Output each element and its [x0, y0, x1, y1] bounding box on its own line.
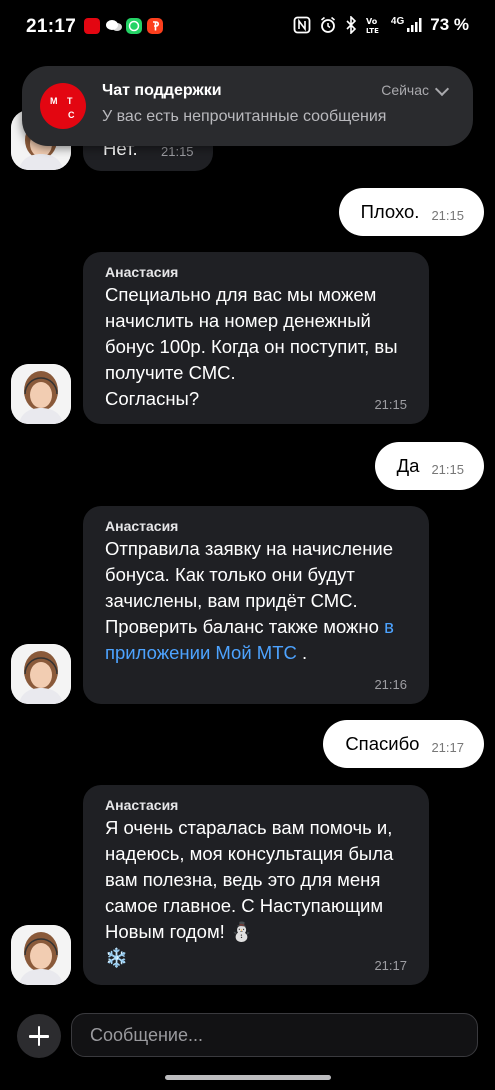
message-time: 21:17 — [431, 739, 464, 755]
support-chat-notification[interactable]: М Т С Чат поддержки У вас есть непрочита… — [22, 66, 473, 146]
message-author: Анастасия — [105, 264, 179, 280]
add-attachment-button[interactable] — [17, 1014, 61, 1058]
message-time: 21:16 — [374, 677, 407, 692]
message-time: 21:15 — [431, 461, 464, 477]
chevron-down-icon[interactable] — [434, 81, 450, 97]
message-text: Спасибо — [345, 733, 420, 754]
logo-letter-s: С — [68, 110, 75, 120]
signal-icon — [407, 18, 422, 32]
message-time: 21:15 — [374, 397, 407, 412]
whatsapp-icon — [126, 18, 142, 34]
svg-text:LTE: LTE — [366, 27, 379, 34]
logo-letter-t: Т — [67, 96, 73, 106]
home-indicator[interactable] — [165, 1075, 331, 1080]
nfc-icon — [293, 16, 311, 34]
message-text-part: Отправила заявку на начисление бонуса. К… — [105, 538, 399, 637]
message-incoming: Анастасия Специально для вас мы можем на… — [83, 252, 429, 424]
message-outgoing: Плохо. 21:15 — [338, 188, 484, 236]
message-outgoing: Да 21:15 — [374, 442, 484, 490]
agent-avatar — [11, 644, 71, 704]
status-notification-icons — [84, 18, 163, 34]
status-system-icons: Vo LTE 4G 73 % — [293, 15, 469, 35]
message-text: Я очень старалась вам помочь и, надеюсь,… — [105, 817, 394, 968]
message-time: 21:17 — [374, 958, 407, 973]
agent-avatar — [11, 364, 71, 424]
mts-logo: М Т С — [40, 83, 86, 129]
message-text-part: . — [296, 642, 308, 663]
notification-title: Чат поддержки — [102, 82, 222, 99]
message-time: 21:15 — [161, 144, 194, 159]
message-author: Анастасия — [105, 797, 179, 813]
battery-level: 73 % — [430, 15, 469, 34]
message-text: Отправила заявку на начисление бонуса. К… — [105, 536, 407, 666]
network-type: 4G — [390, 15, 405, 27]
svg-text:Vo: Vo — [366, 17, 378, 26]
logo-letter-m: М — [50, 96, 58, 106]
status-time: 21:17 — [26, 16, 77, 37]
chat-bubbles-icon — [105, 18, 122, 34]
message-incoming: Анастасия Отправила заявку на начисление… — [83, 506, 429, 704]
bluetooth-icon — [346, 16, 357, 34]
message-outgoing: Спасибо 21:17 — [323, 720, 484, 768]
mts-app-icon — [84, 18, 100, 34]
volte-icon: VoLTE — [366, 17, 379, 34]
message-text: Да — [396, 455, 420, 476]
message-author: Анастасия — [105, 518, 179, 534]
message-text: Специально для вас мы можем начислить на… — [105, 284, 398, 409]
message-time: 21:15 — [431, 207, 464, 223]
message-text: Плохо. — [360, 201, 420, 222]
alarm-icon — [320, 16, 335, 33]
yandex-icon — [147, 18, 163, 34]
message-incoming: Анастасия Я очень старалась вам помочь и… — [83, 785, 429, 985]
status-bar: 21:17 Vo LTE 4G 73 % — [0, 0, 495, 56]
notification-subtitle: У вас есть непрочитанные сообщения — [102, 108, 387, 125]
message-input[interactable] — [71, 1013, 478, 1057]
agent-avatar — [11, 925, 71, 985]
notification-time: Сейчас — [381, 82, 429, 98]
